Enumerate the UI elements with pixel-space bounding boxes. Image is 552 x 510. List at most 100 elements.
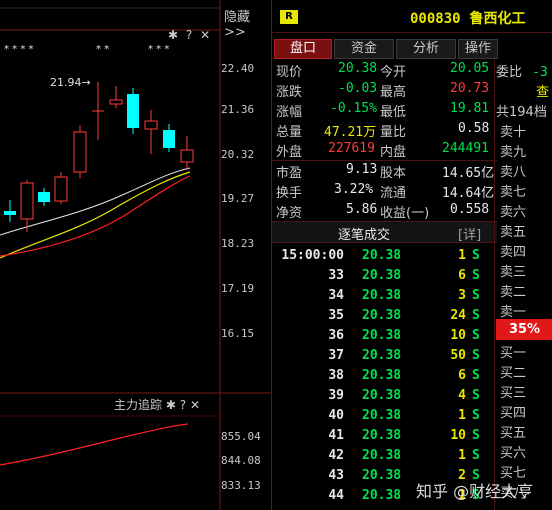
trade-volume: 24 [450, 308, 466, 323]
trade-time: 42 [328, 448, 344, 463]
close-icon[interactable]: ✕ [190, 398, 200, 412]
sell-level-label: 卖七 [500, 185, 527, 200]
trade-row: 33 20.38 6 S [272, 268, 497, 288]
stock-header: 000830 鲁西化工 [410, 8, 525, 28]
trade-price: 20.38 [362, 308, 402, 323]
candle [38, 192, 50, 202]
trade-price: 20.38 [362, 248, 402, 263]
indicator-tick-label: 833.13 [221, 479, 261, 492]
trade-side: S [472, 288, 480, 303]
shouyi-label: 收益(一) [380, 206, 430, 221]
trade-side: S [472, 248, 480, 263]
xianjia-value: 20.38 [338, 61, 378, 76]
indicator-tick-label: 855.04 [221, 430, 261, 443]
close-icon[interactable]: ✕ [200, 28, 210, 42]
shiying-label: 市盈 [276, 166, 303, 181]
zongliang-value: 47.21万 [324, 125, 377, 140]
trades-title: 逐笔成交 [338, 228, 391, 243]
weibi-value: -3 [532, 65, 548, 80]
liutong-value: 14.64亿 [442, 186, 495, 201]
hide-toggle-button[interactable]: 隐藏>> [224, 6, 271, 40]
orderbook-weibi: 委比 -3 [496, 61, 552, 80]
candle-group [4, 82, 194, 232]
trade-time: 33 [328, 268, 344, 283]
trade-volume: 1 [458, 448, 466, 463]
guben-label: 股本 [380, 166, 407, 181]
ytick-label: 21.36 [221, 103, 255, 116]
watermark: 知乎 @财经大亨 [416, 482, 534, 501]
trade-price: 20.38 [362, 488, 402, 503]
sell-level-label: 卖二 [500, 285, 527, 300]
trade-time: 41 [328, 428, 344, 443]
trade-price: 20.38 [362, 428, 402, 443]
chart-settings-controls: ✱ ? ✕ [168, 28, 210, 42]
trade-price: 20.38 [362, 468, 402, 483]
trade-time: 34 [328, 288, 344, 303]
weibi-label: 委比 [496, 65, 523, 80]
gear-icon[interactable]: ✱ [166, 398, 176, 412]
trade-volume: 4 [458, 388, 466, 403]
sell-level-label: 卖九 [500, 145, 527, 160]
indicator-line [0, 423, 189, 466]
trade-row: 34 20.38 3 S [272, 288, 497, 308]
zhangfu-value: -0.15% [330, 101, 377, 116]
quote-panel: R 000830 鲁西化工 盘口 资金 分析 操作 现价 20.38 今开 20… [271, 0, 552, 510]
tab-caozuo[interactable]: 操作 [458, 39, 498, 59]
trade-volume: 50 [450, 348, 466, 363]
huanshou-value: 3.22% [334, 182, 374, 197]
trade-volume: 6 [458, 368, 466, 383]
trade-volume: 1 [458, 408, 466, 423]
trade-row: 37 20.38 50 S [272, 348, 497, 368]
trade-price: 20.38 [362, 368, 402, 383]
svg-text:* *: * * [96, 44, 109, 55]
jingzi-label: 净资 [276, 206, 303, 221]
trade-row: 40 20.38 1 S [272, 408, 497, 428]
trade-row: 38 20.38 6 S [272, 368, 497, 388]
trade-side: S [472, 408, 480, 423]
trade-time: 15:00:00 [281, 248, 344, 263]
svg-text:* * * *: * * * * [4, 44, 34, 55]
trades-detail-button[interactable]: [详] [458, 224, 481, 243]
trade-side: S [472, 308, 480, 323]
help-button[interactable]: ? [186, 28, 192, 42]
trade-row: 36 20.38 10 S [272, 328, 497, 348]
guben-value: 14.65亿 [442, 166, 495, 181]
cha-button[interactable]: 查 [496, 81, 552, 100]
trade-side: S [472, 328, 480, 343]
trade-row: 35 20.38 24 S [272, 308, 497, 328]
huanshou-label: 换手 [276, 186, 303, 201]
trade-volume: 1 [458, 248, 466, 263]
kline-chart-area[interactable]: * * * * * * * * * 隐藏>> ✱ ? ✕ 21.94→ 22.4… [0, 0, 271, 510]
total-levels: 共194档 [496, 105, 547, 120]
candle [127, 94, 139, 128]
zhangfu-label: 涨幅 [276, 105, 303, 120]
sell-level-label: 卖三 [500, 265, 527, 280]
zhangdie-value: -0.03 [338, 81, 378, 96]
tab-pankou[interactable]: 盘口 [274, 39, 332, 59]
trade-side: S [472, 448, 480, 463]
zuigao-label: 最高 [380, 85, 407, 100]
trade-side: S [472, 388, 480, 403]
help-button[interactable]: ? [180, 398, 186, 412]
trade-volume: 10 [450, 428, 466, 443]
signal-markers: * * * * * * * * * [4, 44, 169, 55]
indicator-header: 主力追踪 ✱ ? ✕ [114, 396, 200, 413]
trade-side: S [472, 428, 480, 443]
trade-price: 20.38 [362, 288, 402, 303]
zuigao-value: 20.73 [450, 81, 490, 96]
sell-level-label: 卖六 [500, 205, 527, 220]
buy-level-label: 买二 [500, 366, 527, 381]
trade-price: 20.38 [362, 328, 402, 343]
trade-time: 36 [328, 328, 344, 343]
tab-fenxi[interactable]: 分析 [396, 39, 456, 59]
zuidi-value: 19.81 [450, 101, 490, 116]
gear-icon[interactable]: ✱ [168, 28, 178, 42]
trade-volume: 6 [458, 268, 466, 283]
buy-level-label: 买五 [500, 426, 527, 441]
tab-zijin[interactable]: 资金 [334, 39, 394, 59]
stock-name: 鲁西化工 [469, 11, 526, 27]
trade-time: 37 [328, 348, 344, 363]
trade-price: 20.38 [362, 388, 402, 403]
jinkai-label: 今开 [380, 65, 407, 80]
neipan-label: 内盘 [380, 145, 407, 160]
